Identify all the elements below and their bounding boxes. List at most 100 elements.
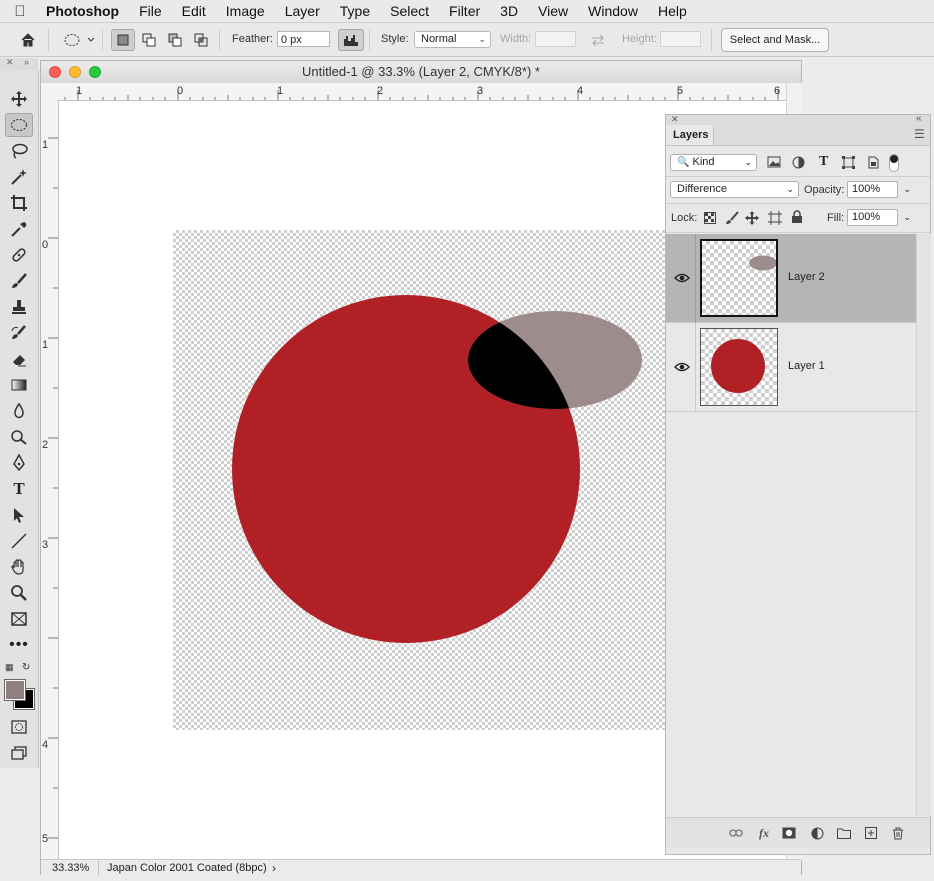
anti-alias-icon[interactable] [338, 29, 364, 51]
delete-layer-icon[interactable] [890, 826, 906, 840]
width-label: Width: [500, 33, 532, 45]
move-tool-icon[interactable] [5, 87, 33, 111]
shape-filter-icon[interactable] [842, 156, 855, 172]
new-group-icon[interactable] [836, 826, 852, 840]
home-icon[interactable] [14, 29, 42, 51]
layer-2-thumbnail[interactable] [700, 239, 778, 317]
collapse-panel-icon[interactable]: « [916, 113, 922, 124]
menu-type[interactable]: Type [330, 3, 380, 19]
menu-edit[interactable]: Edit [172, 3, 216, 19]
height-input[interactable] [660, 31, 701, 47]
lock-artboard-icon[interactable] [768, 211, 782, 228]
style-select[interactable]: Normal ⌄ [414, 31, 491, 48]
layer-1-thumbnail[interactable] [700, 328, 778, 406]
lasso-tool-icon[interactable] [5, 139, 33, 163]
status-arrow-icon[interactable]: › [272, 860, 276, 876]
history-brush-tool-icon[interactable] [5, 321, 33, 345]
menu-filter[interactable]: Filter [439, 3, 490, 19]
layer-row-layer-2[interactable]: Layer 2 [666, 234, 916, 323]
lock-position-icon[interactable] [745, 211, 759, 228]
frame-tool-icon[interactable] [5, 607, 33, 631]
select-and-mask-button[interactable]: Select and Mask... [721, 28, 829, 52]
add-mask-icon[interactable] [781, 826, 797, 840]
zoom-level[interactable]: 33.33% [52, 860, 89, 876]
blur-tool-icon[interactable] [5, 399, 33, 423]
swap-width-height-icon[interactable] [586, 29, 610, 51]
adjustment-filter-icon[interactable] [792, 156, 805, 172]
fill-input[interactable]: 100% ⌄ [847, 209, 911, 226]
width-input[interactable] [535, 31, 576, 47]
menu-window[interactable]: Window [578, 3, 648, 19]
opacity-value: 100% [852, 183, 881, 195]
feather-input[interactable]: 0 px [277, 31, 330, 47]
visibility-eye-icon[interactable] [674, 361, 690, 373]
gradient-tool-icon[interactable] [5, 373, 33, 397]
chevron-down-icon: ⌄ [786, 184, 794, 194]
type-filter-icon[interactable]: T [819, 154, 828, 170]
blend-mode-select[interactable]: Difference ⌄ [670, 181, 799, 198]
ruler-v-label: 2 [42, 439, 49, 451]
menu-help[interactable]: Help [648, 3, 697, 19]
intersect-selection-icon[interactable] [189, 29, 213, 51]
path-selection-tool-icon[interactable] [5, 503, 33, 527]
foreground-color-swatch[interactable] [4, 679, 26, 701]
pen-tool-icon[interactable] [5, 451, 33, 475]
dodge-tool-icon[interactable] [5, 425, 33, 449]
new-layer-icon[interactable] [863, 826, 879, 840]
subtract-from-selection-icon[interactable] [163, 29, 187, 51]
smart-object-filter-icon[interactable] [866, 156, 879, 172]
filter-kind-select[interactable]: 🔍 Kind ⌄ [670, 154, 757, 171]
eraser-tool-icon[interactable] [5, 347, 33, 371]
adjustment-layer-icon[interactable] [809, 826, 825, 840]
eyedropper-tool-icon[interactable] [5, 217, 33, 241]
menu-view[interactable]: View [528, 3, 578, 19]
menu-image[interactable]: Image [216, 3, 275, 19]
elliptical-marquee-tool-icon[interactable] [5, 113, 33, 137]
layers-scrollbar[interactable] [916, 234, 931, 816]
panel-menu-icon[interactable]: ☰ [914, 127, 925, 141]
canvas[interactable] [173, 230, 673, 730]
filter-toggle-switch[interactable] [889, 154, 899, 172]
zoom-tool-icon[interactable] [5, 581, 33, 605]
default-colors-icon[interactable]: ▦ [5, 662, 14, 673]
fx-icon[interactable]: fx [756, 826, 772, 840]
visibility-eye-icon[interactable] [674, 272, 690, 284]
collapse-icon[interactable]: » [24, 57, 29, 67]
menu-layer[interactable]: Layer [275, 3, 330, 19]
new-selection-icon[interactable] [111, 29, 135, 51]
apple-menu-icon[interactable]:  [0, 3, 40, 20]
close-icon[interactable]: ✕ [6, 57, 14, 68]
image-filter-icon[interactable] [767, 156, 781, 171]
marquee-preset-picker[interactable] [56, 29, 98, 51]
add-to-selection-icon[interactable] [137, 29, 161, 51]
menu-file[interactable]: File [129, 3, 172, 19]
opacity-input[interactable]: 100% ⌄ [847, 181, 911, 198]
quick-mask-icon[interactable] [5, 715, 33, 739]
menu-select[interactable]: Select [380, 3, 439, 19]
tab-layers[interactable]: Layers [666, 125, 714, 145]
magic-wand-tool-icon[interactable] [5, 165, 33, 189]
line-tool-icon[interactable] [5, 529, 33, 553]
chevron-down-icon[interactable]: ⌄ [903, 210, 911, 225]
layer-row-layer-1[interactable]: Layer 1 [666, 323, 916, 412]
chevron-down-icon[interactable]: ⌄ [903, 182, 911, 197]
lock-image-pixels-icon[interactable] [725, 211, 739, 228]
close-panel-icon[interactable]: ✕ [671, 114, 679, 125]
more-tools-icon[interactable]: ••• [5, 633, 33, 657]
lock-all-icon[interactable] [791, 210, 803, 227]
swap-colors-icon[interactable]: ↻ [22, 662, 30, 673]
screen-mode-icon[interactable] [5, 741, 33, 765]
brush-tool-icon[interactable] [5, 269, 33, 293]
fill-value: 100% [852, 211, 881, 223]
menu-3d[interactable]: 3D [490, 3, 528, 19]
healing-brush-tool-icon[interactable] [5, 243, 33, 267]
type-tool-icon[interactable]: T [5, 477, 33, 501]
menu-app-photoshop[interactable]: Photoshop [40, 3, 129, 19]
link-layers-icon[interactable] [728, 826, 744, 840]
lock-transparent-pixels-icon[interactable] [704, 212, 716, 227]
clone-stamp-tool-icon[interactable] [5, 295, 33, 319]
crop-tool-icon[interactable] [5, 191, 33, 215]
layer-name[interactable]: Layer 1 [788, 360, 825, 372]
hand-tool-icon[interactable] [5, 555, 33, 579]
layer-name[interactable]: Layer 2 [788, 271, 825, 283]
